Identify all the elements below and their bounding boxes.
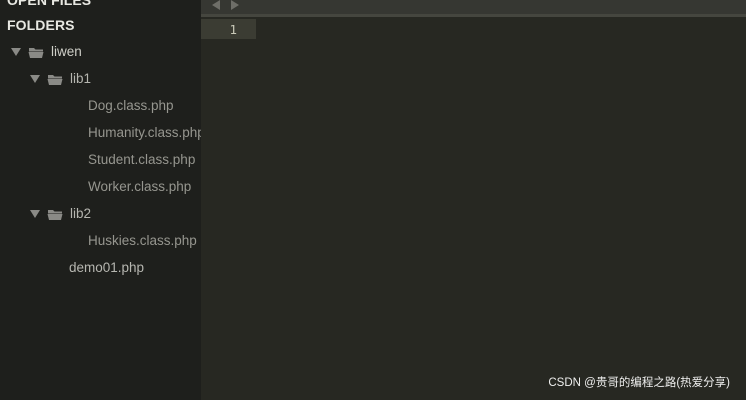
folder-open-icon xyxy=(47,74,63,85)
tree-folder-lib2[interactable]: lib2 xyxy=(0,200,201,227)
tree-item-label: liwen xyxy=(51,44,82,59)
tree-item-label: Humanity.class.php xyxy=(88,125,201,140)
nav-back-icon[interactable] xyxy=(212,0,220,10)
tree-item-label: Student.class.php xyxy=(88,152,196,167)
sidebar: OPEN FILES FOLDERS liwen lib1 Dog.class.… xyxy=(0,0,201,400)
folder-open-icon xyxy=(47,209,63,220)
tree-file-dog[interactable]: Dog.class.php xyxy=(0,92,201,119)
current-line-gutter: 1 xyxy=(201,19,256,39)
tab-bar xyxy=(201,0,746,17)
tree-folder-liwen[interactable]: liwen xyxy=(0,38,201,65)
tree-file-huskies[interactable]: Huskies.class.php xyxy=(0,227,201,254)
tree-item-label: lib2 xyxy=(70,206,92,221)
tree-folder-lib1[interactable]: lib1 xyxy=(0,65,201,92)
tree-file-humanity[interactable]: Humanity.class.php xyxy=(0,119,201,146)
folders-header[interactable]: FOLDERS xyxy=(7,17,75,33)
tree-item-label: demo01.php xyxy=(69,260,145,275)
tree-file-worker[interactable]: Worker.class.php xyxy=(0,173,201,200)
tree-item-label: Dog.class.php xyxy=(88,98,174,113)
editor-pane[interactable]: 1 xyxy=(201,17,746,400)
tree-file-demo01[interactable]: demo01.php xyxy=(0,254,201,281)
tree-item-label: lib1 xyxy=(70,71,92,86)
line-number: 1 xyxy=(229,22,237,37)
nav-forward-icon[interactable] xyxy=(231,0,239,10)
chevron-down-icon[interactable] xyxy=(30,74,40,83)
tree-item-label: Huskies.class.php xyxy=(88,233,197,248)
tree-file-student[interactable]: Student.class.php xyxy=(0,146,201,173)
tree-item-label: Worker.class.php xyxy=(88,179,192,194)
chevron-down-icon[interactable] xyxy=(11,47,21,56)
folder-open-icon xyxy=(28,47,44,58)
watermark: CSDN @贵哥的编程之路(热爱分享) xyxy=(548,377,730,389)
open-files-header[interactable]: OPEN FILES xyxy=(7,0,91,8)
chevron-down-icon[interactable] xyxy=(30,209,40,218)
